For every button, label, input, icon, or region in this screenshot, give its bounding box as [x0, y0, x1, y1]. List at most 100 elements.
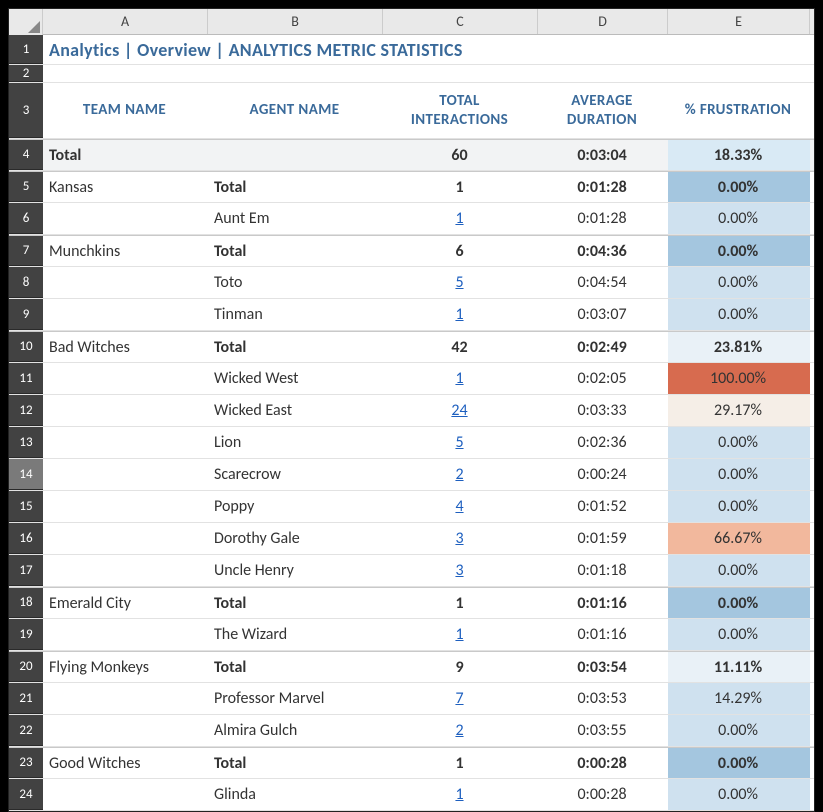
header-frustration[interactable]: % FRUSTRATION	[668, 83, 810, 138]
interactions-cell[interactable]: 9	[383, 652, 538, 682]
frustration-cell[interactable]: 0.00%	[668, 588, 810, 618]
interactions-link[interactable]: 5	[455, 273, 463, 292]
agent-name-cell[interactable]: Total	[208, 236, 383, 266]
frustration-cell[interactable]: 0.00%	[668, 748, 810, 778]
agent-name-cell[interactable]: Dorothy Gale	[208, 523, 383, 554]
frustration-cell[interactable]: 0.00%	[668, 555, 810, 586]
duration-cell[interactable]: 0:01:59	[538, 523, 668, 554]
column-header-A[interactable]: A	[43, 9, 208, 34]
frustration-cell[interactable]: 66.67%	[668, 523, 810, 554]
interactions-link[interactable]: 5	[455, 433, 463, 452]
interactions-cell[interactable]: 1	[383, 588, 538, 618]
interactions-cell[interactable]: 5	[383, 427, 538, 458]
interactions-link[interactable]: 2	[455, 465, 463, 484]
duration-cell[interactable]: 0:03:55	[538, 715, 668, 746]
interactions-link[interactable]: 3	[455, 529, 463, 548]
team-name-cell[interactable]: Bad Witches	[43, 332, 208, 362]
duration-cell[interactable]: 0:01:28	[538, 203, 668, 234]
interactions-cell[interactable]: 4	[383, 491, 538, 522]
row-header[interactable]: 9	[9, 299, 43, 330]
interactions-link[interactable]: 1	[455, 785, 463, 804]
interactions-cell[interactable]: 3	[383, 555, 538, 586]
team-name-cell[interactable]	[43, 779, 208, 810]
row-header[interactable]: 4	[9, 140, 43, 170]
interactions-cell[interactable]: 1	[383, 203, 538, 234]
agent-name-cell[interactable]: Total	[208, 748, 383, 778]
frustration-cell[interactable]: 0.00%	[668, 299, 810, 330]
interactions-cell[interactable]: 1	[383, 299, 538, 330]
team-name-cell[interactable]	[43, 427, 208, 458]
team-name-cell[interactable]: Emerald City	[43, 588, 208, 618]
interactions-cell[interactable]: 2	[383, 715, 538, 746]
column-header-C[interactable]: C	[383, 9, 538, 34]
team-name-cell[interactable]	[43, 491, 208, 522]
team-name-cell[interactable]	[43, 715, 208, 746]
interactions-link[interactable]: 2	[455, 721, 463, 740]
agent-name-cell[interactable]: Aunt Em	[208, 203, 383, 234]
interactions-cell[interactable]: 5	[383, 267, 538, 298]
grand-total-frustration[interactable]: 18.33%	[668, 140, 810, 170]
duration-cell[interactable]: 0:01:28	[538, 172, 668, 202]
duration-cell[interactable]: 0:02:49	[538, 332, 668, 362]
team-name-cell[interactable]: Flying Monkeys	[43, 652, 208, 682]
interactions-link[interactable]: 1	[455, 369, 463, 388]
interactions-link[interactable]: 7	[455, 689, 463, 708]
agent-name-cell[interactable]: The Wizard	[208, 619, 383, 650]
row-header[interactable]: 14	[9, 459, 43, 490]
agent-name-cell[interactable]: Scarecrow	[208, 459, 383, 490]
row-header[interactable]: 11	[9, 363, 43, 394]
agent-name-cell[interactable]: Uncle Henry	[208, 555, 383, 586]
frustration-cell[interactable]: 0.00%	[668, 172, 810, 202]
column-header-D[interactable]: D	[538, 9, 668, 34]
team-name-cell[interactable]	[43, 363, 208, 394]
cell[interactable]	[208, 140, 383, 170]
agent-name-cell[interactable]: Tinman	[208, 299, 383, 330]
grand-total-label[interactable]: Total	[43, 140, 208, 170]
row-header[interactable]: 6	[9, 203, 43, 234]
interactions-cell[interactable]: 1	[383, 363, 538, 394]
duration-cell[interactable]: 0:04:36	[538, 236, 668, 266]
select-all-corner[interactable]	[9, 9, 43, 35]
duration-cell[interactable]: 0:01:52	[538, 491, 668, 522]
interactions-link[interactable]: 1	[455, 625, 463, 644]
frustration-cell[interactable]: 0.00%	[668, 459, 810, 490]
duration-cell[interactable]: 0:01:16	[538, 619, 668, 650]
agent-name-cell[interactable]: Lion	[208, 427, 383, 458]
team-name-cell[interactable]	[43, 395, 208, 426]
row-header[interactable]: 2	[9, 65, 43, 82]
frustration-cell[interactable]: 0.00%	[668, 491, 810, 522]
header-interactions[interactable]: TOTAL INTERACTIONS	[383, 83, 538, 138]
agent-name-cell[interactable]: Total	[208, 588, 383, 618]
agent-name-cell[interactable]: Almira Gulch	[208, 715, 383, 746]
column-header-B[interactable]: B	[208, 9, 383, 34]
agent-name-cell[interactable]: Glinda	[208, 779, 383, 810]
grand-total-interactions[interactable]: 60	[383, 140, 538, 170]
row-header[interactable]: 1	[9, 35, 43, 64]
duration-cell[interactable]: 0:03:53	[538, 683, 668, 714]
team-name-cell[interactable]	[43, 683, 208, 714]
frustration-cell[interactable]: 0.00%	[668, 715, 810, 746]
cell[interactable]	[43, 65, 208, 82]
row-header[interactable]: 10	[9, 332, 43, 362]
row-header[interactable]: 7	[9, 236, 43, 266]
interactions-cell[interactable]: 24	[383, 395, 538, 426]
agent-name-cell[interactable]: Toto	[208, 267, 383, 298]
cell[interactable]	[538, 65, 668, 82]
column-header-E[interactable]: E	[668, 9, 810, 34]
grand-total-duration[interactable]: 0:03:04	[538, 140, 668, 170]
duration-cell[interactable]: 0:03:07	[538, 299, 668, 330]
frustration-cell[interactable]: 29.17%	[668, 395, 810, 426]
frustration-cell[interactable]: 0.00%	[668, 267, 810, 298]
frustration-cell[interactable]: 0.00%	[668, 779, 810, 810]
frustration-cell[interactable]: 0.00%	[668, 236, 810, 266]
row-header[interactable]: 8	[9, 267, 43, 298]
interactions-link[interactable]: 1	[455, 209, 463, 228]
page-title[interactable]: Analytics | Overview | ANALYTICS METRIC …	[43, 35, 810, 64]
interactions-cell[interactable]: 1	[383, 172, 538, 202]
row-header[interactable]: 5	[9, 172, 43, 202]
duration-cell[interactable]: 0:04:54	[538, 267, 668, 298]
interactions-link[interactable]: 24	[451, 401, 467, 420]
header-agent-name[interactable]: AGENT NAME	[208, 83, 383, 138]
duration-cell[interactable]: 0:03:54	[538, 652, 668, 682]
team-name-cell[interactable]	[43, 267, 208, 298]
